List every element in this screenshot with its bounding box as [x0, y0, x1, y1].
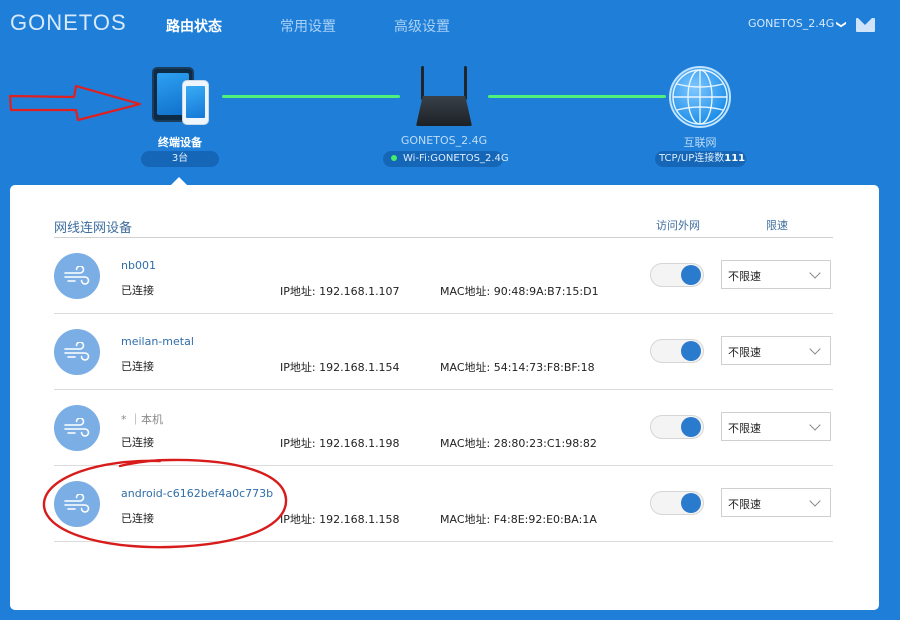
- toggle-knob: [681, 265, 701, 285]
- connection-count-value: 111: [724, 153, 746, 164]
- nav-tab-router-status[interactable]: 路由状态: [166, 16, 222, 36]
- section-title: 网线连网设备: [54, 221, 133, 236]
- device-mac: MAC地址: 54:14:73:F8:BF:18: [440, 361, 595, 374]
- chevron-down-icon: [809, 267, 821, 279]
- connection-line-terminal-router: [222, 95, 400, 98]
- globe-icon[interactable]: [669, 66, 731, 128]
- ssid-selector[interactable]: GONETOS_2.4G ❯: [748, 17, 847, 30]
- router-label: GONETOS_2.4G: [400, 134, 488, 147]
- tablet-phone-icon[interactable]: [152, 67, 209, 125]
- device-mac: MAC地址: 28:80:23:C1:98:82: [440, 437, 597, 450]
- device-name[interactable]: nb001: [121, 259, 156, 272]
- device-avatar: [54, 329, 100, 375]
- connection-line-router-internet: [488, 95, 666, 98]
- device-ip: IP地址: 192.168.1.158: [280, 513, 400, 526]
- online-dot: [391, 155, 397, 161]
- mail-icon[interactable]: [856, 18, 875, 32]
- red-circle-annotation: [42, 458, 288, 549]
- device-avatar: [54, 253, 100, 299]
- chevron-down-icon: [809, 419, 821, 431]
- speed-limit-select[interactable]: 不限速: [721, 412, 831, 441]
- speed-limit-select[interactable]: 不限速: [721, 260, 831, 289]
- speed-limit-select[interactable]: 不限速: [721, 488, 831, 517]
- chevron-down-icon: ❯: [835, 20, 847, 29]
- table-row: * ｜本机 已连接 IP地址: 192.168.1.198 MAC地址: 28:…: [54, 390, 833, 466]
- device-status: 已连接: [121, 284, 154, 297]
- toggle-knob: [681, 417, 701, 437]
- device-mac: MAC地址: F4:8E:92:E0:BA:1A: [440, 513, 597, 526]
- chevron-down-icon: [809, 343, 821, 355]
- terminal-count-badge: 3台: [141, 151, 219, 167]
- wind-icon: [64, 418, 90, 437]
- toggle-knob: [681, 341, 701, 361]
- panel-pointer: [171, 177, 187, 185]
- internet-access-toggle[interactable]: [650, 491, 704, 515]
- terminal-label: 终端设备: [158, 136, 202, 149]
- brand-logo: GONETOS: [10, 10, 127, 35]
- device-ip: IP地址: 192.168.1.198: [280, 437, 400, 450]
- table-row: meilan-metal 已连接 IP地址: 192.168.1.154 MAC…: [54, 314, 833, 390]
- internet-label: 互联网: [683, 136, 717, 149]
- column-header-access: 访问外网: [656, 219, 700, 232]
- table-row: nb001 已连接 IP地址: 192.168.1.107 MAC地址: 90:…: [54, 238, 833, 314]
- wifi-badge-text: Wi-Fi:GONETOS_2.4G: [403, 153, 509, 164]
- device-mac: MAC地址: 90:48:9A:B7:15:D1: [440, 285, 599, 298]
- device-status: 已连接: [121, 360, 154, 373]
- speed-limit-value: 不限速: [728, 270, 761, 283]
- device-ip: IP地址: 192.168.1.107: [280, 285, 400, 298]
- connection-count-badge: TCP/UP连接数111: [655, 151, 746, 167]
- toggle-knob: [681, 493, 701, 513]
- device-ip: IP地址: 192.168.1.154: [280, 361, 400, 374]
- device-name[interactable]: meilan-metal: [121, 335, 194, 348]
- device-status: 已连接: [121, 436, 154, 449]
- speed-limit-value: 不限速: [728, 498, 761, 511]
- speed-limit-value: 不限速: [728, 422, 761, 435]
- device-name[interactable]: * ｜本机: [121, 411, 163, 427]
- internet-access-toggle[interactable]: [650, 415, 704, 439]
- wifi-badge: Wi-Fi:GONETOS_2.4G: [383, 151, 509, 167]
- speed-limit-select[interactable]: 不限速: [721, 336, 831, 365]
- chevron-down-icon: [809, 495, 821, 507]
- connection-count-prefix: TCP/UP连接数: [659, 153, 725, 164]
- speed-limit-value: 不限速: [728, 346, 761, 359]
- nav-tab-common-settings[interactable]: 常用设置: [280, 16, 336, 36]
- wind-icon: [64, 342, 90, 361]
- red-arrow-annotation: [8, 84, 142, 122]
- internet-access-toggle[interactable]: [650, 263, 704, 287]
- ssid-label: GONETOS_2.4G: [748, 17, 835, 30]
- internet-access-toggle[interactable]: [650, 339, 704, 363]
- column-header-speed: 限速: [766, 219, 788, 232]
- nav-tab-advanced-settings[interactable]: 高级设置: [394, 16, 450, 36]
- wind-icon: [64, 266, 90, 285]
- device-avatar: [54, 405, 100, 451]
- router-icon[interactable]: [415, 66, 473, 128]
